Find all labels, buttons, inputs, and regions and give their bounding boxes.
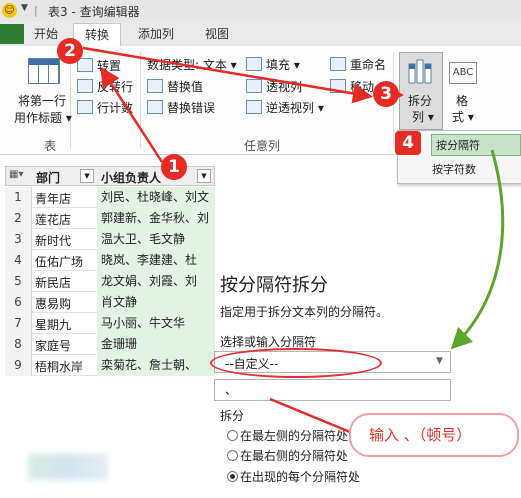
arrow-1 xyxy=(100,66,164,163)
instruction-callout-text: 输入 、（顿号） xyxy=(369,426,472,444)
step-badge-2: 2 xyxy=(57,38,83,64)
callout-pointer xyxy=(269,397,351,434)
arrow-green xyxy=(450,149,505,350)
highlight-ellipse xyxy=(210,348,382,378)
step-badge-3: 3 xyxy=(373,81,399,107)
step-badge-4: 4 xyxy=(395,131,421,155)
step-badge-1: 1 xyxy=(161,154,187,180)
arrow-2 xyxy=(82,46,373,104)
